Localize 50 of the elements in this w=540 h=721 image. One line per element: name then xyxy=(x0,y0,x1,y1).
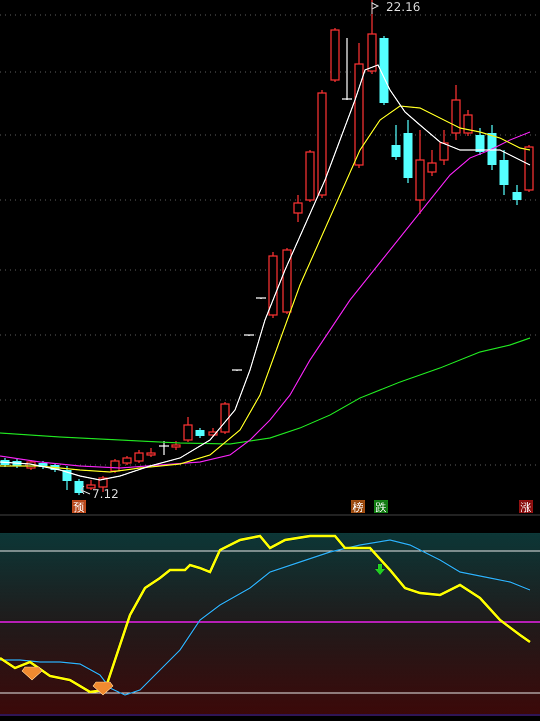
candlestick xyxy=(256,297,266,299)
candlestick xyxy=(50,463,60,472)
candlestick xyxy=(282,248,292,314)
gem-icon xyxy=(92,682,114,696)
signal-badge: 涨 xyxy=(519,500,533,514)
candlestick xyxy=(380,36,388,105)
low-price-label: 7.12 xyxy=(92,487,119,501)
candlestick xyxy=(0,458,10,467)
candlestick xyxy=(183,417,193,442)
candlestick xyxy=(122,456,132,465)
candlestick xyxy=(404,120,412,183)
candlestick xyxy=(488,125,496,170)
candlestick xyxy=(305,150,315,202)
candlestick xyxy=(268,252,278,318)
candlestick xyxy=(500,150,508,195)
candlestick xyxy=(146,448,156,457)
high-marker-icon xyxy=(372,2,380,14)
candlestick xyxy=(86,480,96,490)
candlestick xyxy=(208,428,218,437)
candlestick xyxy=(232,369,242,371)
candlestick xyxy=(110,459,120,473)
candlestick xyxy=(244,334,254,336)
candlestick xyxy=(159,441,169,455)
candlestick xyxy=(293,195,303,222)
candlestick xyxy=(342,38,352,100)
signal-badge: 预 xyxy=(72,500,86,514)
gem-icon xyxy=(22,666,42,680)
candlestick xyxy=(330,28,340,82)
candlestick xyxy=(476,128,484,155)
candlestick xyxy=(171,441,181,450)
signal-badge: 榜 xyxy=(351,500,365,514)
candlestick xyxy=(12,459,22,468)
candlestick xyxy=(134,450,144,463)
candlestick xyxy=(38,461,48,469)
candlestick xyxy=(62,466,72,490)
candlestick xyxy=(74,479,84,495)
candlestick xyxy=(463,110,473,136)
low-marker-icon xyxy=(80,486,90,494)
candlestick xyxy=(451,85,461,140)
high-price-label: 22.16 xyxy=(386,0,420,14)
signal-badge: 跌 xyxy=(374,500,388,514)
candlestick xyxy=(427,150,437,176)
down-arrow-icon xyxy=(375,564,385,575)
candlestick xyxy=(196,428,204,438)
candlestick xyxy=(439,130,449,165)
candlestick xyxy=(26,460,36,470)
candlestick xyxy=(392,125,400,160)
candlestick xyxy=(512,185,522,205)
candlestick xyxy=(524,145,534,192)
candlestick xyxy=(220,402,230,434)
